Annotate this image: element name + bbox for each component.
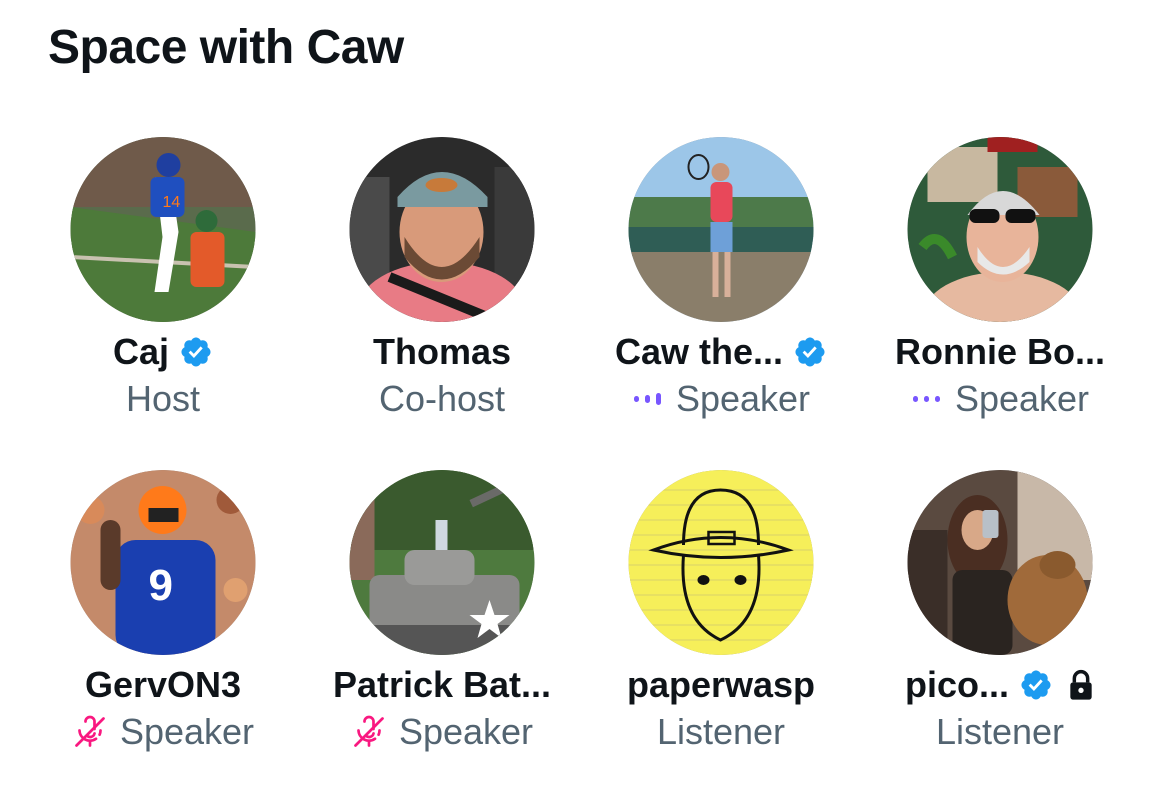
participant-role: Speaker (954, 378, 1090, 419)
mic-muted-icon (351, 714, 387, 750)
participants-grid: 14 Caj Host Thomas Co-host Caw the... Sp… (0, 0, 1170, 795)
verified-badge-icon (1019, 668, 1053, 702)
participant-name: Ronnie Bo... (895, 331, 1105, 372)
participant-name: Thomas (372, 331, 512, 372)
participant-role: Speaker (119, 711, 255, 752)
avatar[interactable]: 9 (70, 470, 256, 655)
participant-thomas[interactable]: Thomas Co-host (302, 137, 582, 437)
participant-name: pico... (904, 664, 1009, 705)
participant-role: Speaker (398, 711, 534, 752)
avatar[interactable] (349, 137, 535, 322)
avatar[interactable] (628, 137, 814, 322)
participant-role: Co-host (378, 378, 506, 419)
svg-text:9: 9 (149, 561, 173, 610)
participant-name: Patrick Bat... (332, 664, 552, 705)
participant-caj[interactable]: 14 Caj Host (23, 137, 303, 437)
participant-name: GervON3 (84, 664, 242, 705)
svg-text:14: 14 (163, 194, 181, 211)
participant-patrick[interactable]: Patrick Bat... Speaker (302, 470, 582, 770)
participant-role: Speaker (675, 378, 811, 419)
participant-name: Caw the... (614, 331, 784, 372)
participant-pico[interactable]: pico... Listener (860, 470, 1140, 770)
participant-paperwasp[interactable]: paperwasp Listener (581, 470, 861, 770)
participant-role: Listener (935, 711, 1065, 752)
participant-ronnie[interactable]: Ronnie Bo... Speaker (860, 137, 1140, 437)
participant-role: Host (125, 378, 201, 419)
lock-icon (1067, 669, 1095, 701)
verified-badge-icon (793, 335, 827, 369)
avatar[interactable] (907, 137, 1093, 322)
avatar[interactable] (628, 470, 814, 655)
participant-name: paperwasp (626, 664, 816, 705)
participant-role: Listener (656, 711, 786, 752)
mic-muted-icon (72, 714, 108, 750)
avatar[interactable] (907, 470, 1093, 655)
speaking-dots-icon (911, 392, 943, 406)
participant-gervon3[interactable]: 9 GervON3 Speaker (23, 470, 303, 770)
participant-name: Caj (112, 331, 170, 372)
avatar[interactable] (349, 470, 535, 655)
verified-badge-icon (179, 335, 213, 369)
participant-caw-the[interactable]: Caw the... Speaker (581, 137, 861, 437)
speaking-dots-icon (632, 392, 664, 406)
avatar[interactable]: 14 (70, 137, 256, 322)
